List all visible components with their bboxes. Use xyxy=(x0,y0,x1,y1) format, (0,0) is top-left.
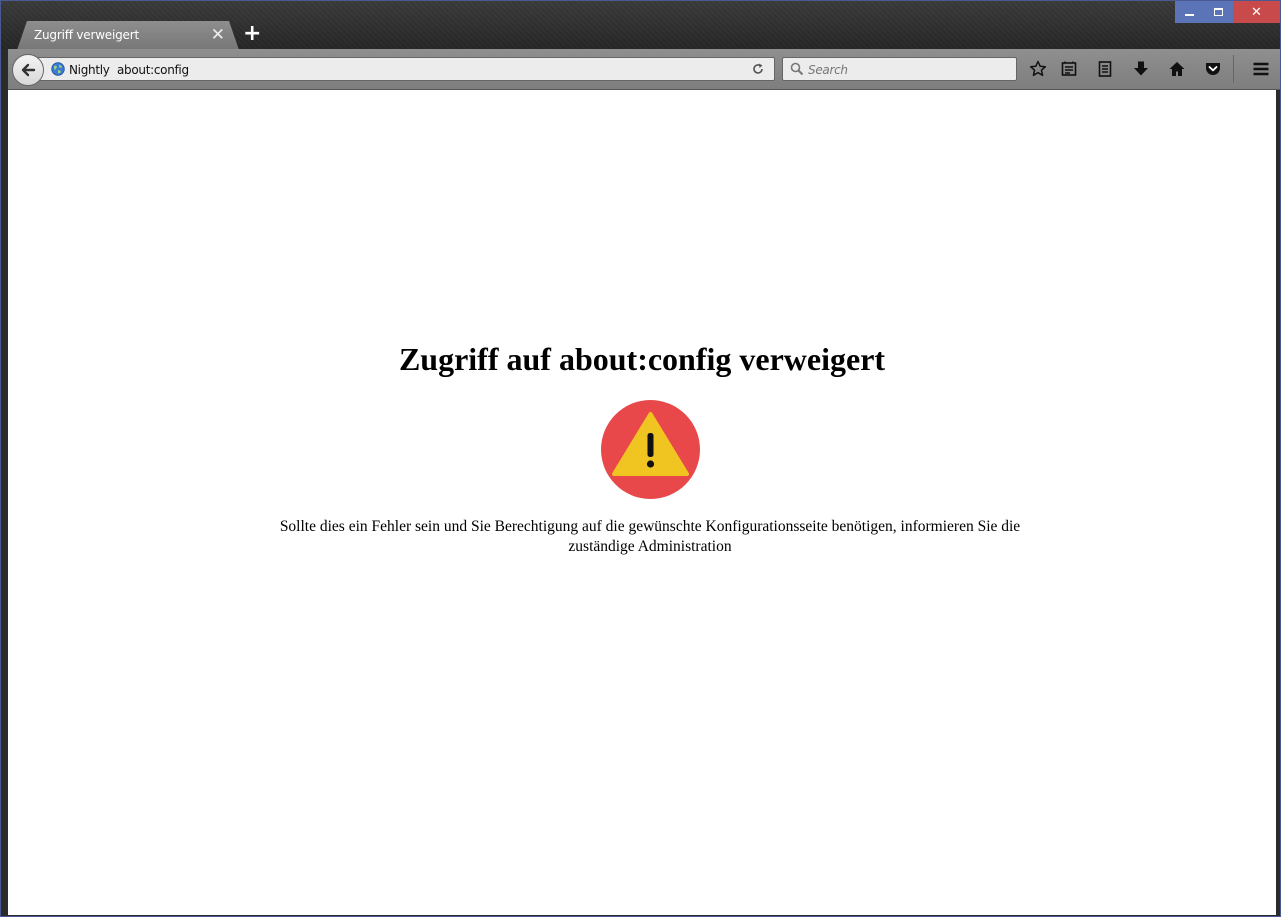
browser-window: ✕ Zugriff verweigert ✕ + Nightly about:c… xyxy=(0,0,1281,917)
error-heading: Zugriff auf about:config verweigert xyxy=(398,341,886,377)
title-bar: ✕ Zugriff verweigert ✕ + xyxy=(1,1,1280,50)
maximize-icon xyxy=(1214,8,1223,16)
page-content: Zugriff auf about:config verweigert Soll… xyxy=(8,90,1276,915)
error-message: Sollte dies ein Fehler sein und Sie Bere… xyxy=(279,518,1021,555)
new-tab-button[interactable]: + xyxy=(243,23,261,45)
identity-label[interactable]: Nightly xyxy=(69,63,110,77)
minimize-icon xyxy=(1185,14,1194,16)
reader-icon[interactable] xyxy=(1095,59,1115,79)
close-window-button[interactable]: ✕ xyxy=(1233,1,1280,23)
tab-title: Zugriff verweigert xyxy=(34,28,139,42)
navigation-toolbar: Nightly about:config Search xyxy=(8,49,1280,90)
pocket-icon[interactable] xyxy=(1203,59,1223,79)
warning-icon xyxy=(601,400,700,499)
close-icon: ✕ xyxy=(1251,4,1262,20)
search-placeholder: Search xyxy=(808,63,848,77)
maximize-button[interactable] xyxy=(1204,1,1233,23)
search-bar[interactable]: Search xyxy=(782,57,1017,81)
home-icon[interactable] xyxy=(1167,59,1187,79)
url-bar[interactable]: Nightly about:config xyxy=(36,57,775,81)
tab-active[interactable]: Zugriff verweigert ✕ xyxy=(17,21,239,50)
tab-close-icon[interactable]: ✕ xyxy=(211,25,225,45)
reload-icon[interactable] xyxy=(751,62,765,76)
download-icon[interactable] xyxy=(1131,59,1151,79)
library-icon[interactable] xyxy=(1059,59,1079,79)
menu-icon[interactable] xyxy=(1251,59,1271,79)
bookmark-star-icon[interactable] xyxy=(1028,59,1048,79)
search-icon xyxy=(790,62,804,76)
back-arrow-icon xyxy=(21,63,36,77)
toolbar-separator xyxy=(1233,55,1234,83)
minimize-button[interactable] xyxy=(1175,1,1204,23)
window-controls: ✕ xyxy=(1175,1,1280,23)
warning-triangle-icon xyxy=(612,412,689,476)
back-button[interactable] xyxy=(12,54,44,86)
globe-icon xyxy=(51,62,65,76)
url-text[interactable]: about:config xyxy=(117,63,189,77)
